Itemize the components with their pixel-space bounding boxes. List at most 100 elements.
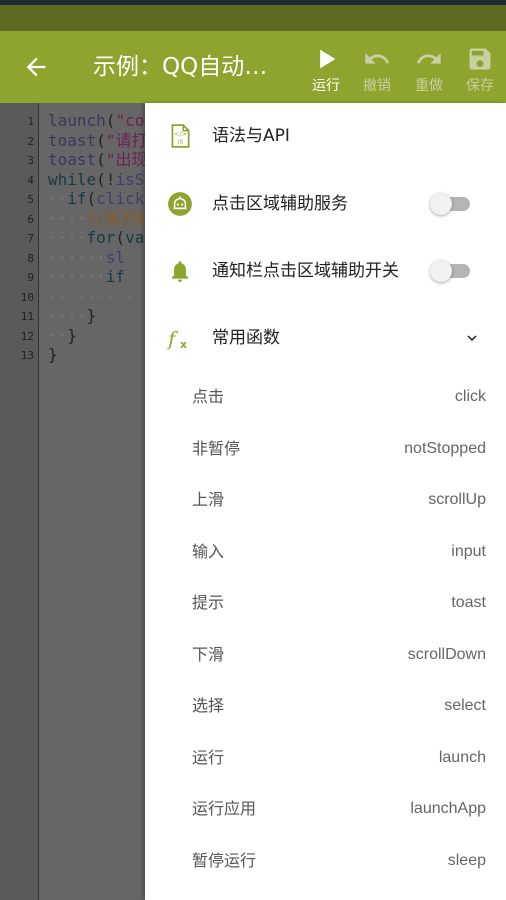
- code-line: launch("co: [48, 111, 144, 131]
- status-bar-area: [0, 5, 506, 31]
- drawer-item-label: 点击区域辅助服务: [212, 194, 348, 214]
- function-name-en: input: [451, 542, 486, 560]
- undo-label: 撤销: [363, 78, 391, 94]
- function-item[interactable]: 运行 launch: [145, 733, 506, 784]
- code-line: ····//拆开红: [48, 209, 154, 229]
- toggle-thumb: [430, 260, 452, 282]
- code-token: }: [86, 306, 97, 325]
- function-item[interactable]: 非暂停 notStopped: [145, 424, 506, 475]
- line-number: 3: [27, 154, 34, 167]
- function-name-cn: 下滑: [192, 644, 225, 664]
- drawer-item-notification-toggle[interactable]: 通知栏点击区域辅助开关: [145, 238, 506, 304]
- function-item[interactable]: 运行应用 launchApp: [145, 784, 506, 835]
- indent-guide: ····: [48, 306, 87, 325]
- code-token: (!: [96, 169, 116, 189]
- function-item[interactable]: 暂停运行 sleep: [145, 836, 506, 887]
- function-item[interactable]: 点击 click: [145, 372, 506, 423]
- function-item[interactable]: 下滑 scrollDown: [145, 630, 506, 681]
- line-number: 8: [27, 251, 34, 265]
- code-token: while: [48, 169, 97, 189]
- line-number: 4: [27, 173, 34, 187]
- svg-text:x: x: [180, 338, 187, 351]
- robot-icon: [168, 192, 192, 216]
- back-button[interactable]: [22, 53, 50, 81]
- function-name-en: toast: [451, 594, 486, 611]
- code-token: sl: [105, 247, 126, 267]
- drawer-item-common-functions[interactable]: f x 常用函数: [145, 305, 506, 371]
- code-token: for: [86, 228, 116, 247]
- line-number: 10: [20, 290, 34, 304]
- js-file-icon: </> JS: [171, 124, 190, 148]
- code-token: }: [67, 325, 77, 345]
- code-token: "出现: [105, 150, 148, 169]
- indent-guide: ··: [48, 189, 68, 208]
- drawer-item-syntax-api[interactable]: </> JS 语法与API: [145, 103, 506, 169]
- function-item[interactable]: 输入 input: [145, 527, 506, 578]
- run-button[interactable]: 运行: [304, 45, 348, 95]
- undo-icon: [365, 53, 390, 64]
- code-line: ····}: [48, 306, 96, 326]
- function-name-en: launchApp: [410, 800, 486, 817]
- line-number: 13: [20, 349, 34, 362]
- indent-guide: ····: [48, 208, 87, 228]
- svg-text:</>: </>: [174, 130, 187, 138]
- indent-guide: ··: [48, 325, 68, 345]
- code-line: toast("出现: [48, 150, 147, 170]
- indent-guide: ····: [48, 228, 87, 247]
- side-drawer: </> JS 语法与API 点击区域辅助服务 通知栏点击区域辅助开关 f x 常…: [145, 103, 506, 900]
- save-icon: [469, 48, 491, 70]
- svg-text:JS: JS: [177, 140, 184, 146]
- code-line: ······sl: [48, 248, 125, 268]
- function-name-cn: 上滑: [192, 490, 225, 509]
- function-icon: f x: [167, 328, 187, 351]
- function-name-cn: 运行应用: [192, 799, 257, 818]
- code-token: isS: [115, 169, 145, 189]
- code-token: (: [105, 111, 116, 130]
- bell-icon: [171, 261, 189, 282]
- code-editor[interactable]: 1 2 3 4 5 6 7 8 9 10 11 12 13 launch("co toast("请打 toa…: [0, 103, 160, 900]
- line-number: 7: [27, 232, 34, 245]
- indent-guide: ······: [48, 247, 106, 267]
- code-line: ·········: [48, 287, 135, 307]
- code-token: toast: [48, 150, 97, 169]
- line-number: 6: [27, 212, 34, 226]
- function-name-en: notStopped: [404, 439, 486, 457]
- code-line: }: [48, 345, 58, 365]
- function-name-en: select: [444, 697, 486, 714]
- code-token: (: [115, 228, 126, 247]
- drawer-item-label: 语法与API: [212, 126, 290, 146]
- function-item[interactable]: 提示 toast: [145, 578, 506, 629]
- code-token: if: [67, 189, 87, 208]
- line-number: 11: [20, 310, 34, 323]
- function-name-cn: 点击: [192, 387, 225, 406]
- redo-label: 重做: [415, 78, 443, 94]
- code-line: ····for(va: [48, 228, 144, 248]
- code-token: if: [105, 267, 126, 286]
- code-line: ··}: [48, 326, 77, 346]
- function-item[interactable]: 上滑 scrollUp: [145, 475, 506, 526]
- save-button[interactable]: 保存: [458, 45, 502, 95]
- function-item[interactable]: 选择 select: [145, 681, 506, 732]
- code-token: (: [96, 150, 106, 169]
- function-name-cn: 提示: [192, 593, 225, 612]
- indent-guide: ·········: [48, 286, 135, 306]
- chevron-down-icon[interactable]: [463, 329, 481, 347]
- drawer-item-click-area-service[interactable]: 点击区域辅助服务: [145, 171, 506, 237]
- redo-button[interactable]: 重做: [407, 45, 451, 95]
- code-line: ······if: [48, 267, 125, 287]
- code-token: (: [96, 130, 106, 150]
- drawer-item-label: 通知栏点击区域辅助开关: [212, 261, 399, 281]
- code-token: va: [125, 228, 145, 247]
- notification-area-toggle[interactable]: [430, 260, 472, 282]
- app-bar: 示例：QQ自动… 运行 撤销 重做 保存: [0, 31, 506, 103]
- undo-button[interactable]: 撤销: [355, 45, 399, 95]
- code-line: ··if(click: [48, 189, 144, 209]
- click-area-service-toggle[interactable]: [430, 193, 472, 215]
- function-name-cn: 非暂停: [192, 438, 241, 458]
- code-token: click: [96, 189, 145, 208]
- toggle-thumb: [430, 193, 452, 215]
- drawer-item-label: 常用函数: [212, 328, 280, 348]
- line-number: 9: [27, 271, 34, 284]
- page-title: 示例：QQ自动…: [93, 54, 268, 80]
- function-name-en: launch: [438, 748, 486, 766]
